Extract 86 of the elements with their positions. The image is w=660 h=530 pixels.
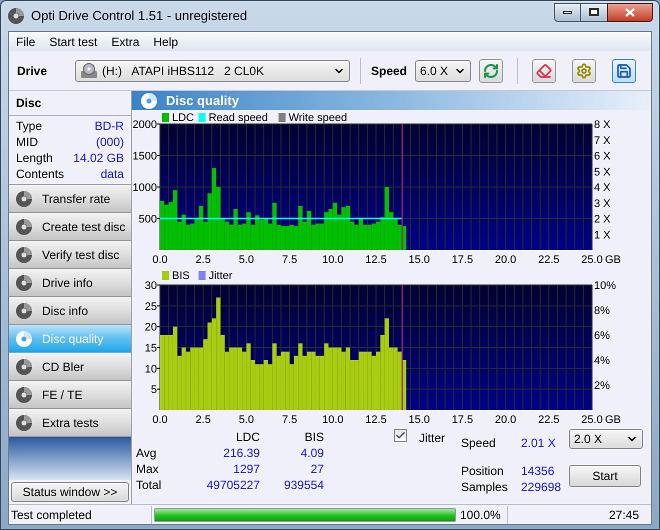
legend-label: BIS [172,270,190,282]
speed-label: Speed [371,62,408,80]
axis-tick-label: 500 [138,214,157,226]
axis-tick-label: 20 [144,322,157,334]
axis-tick-label: 8 X [594,119,610,131]
field-label: Length [16,150,53,167]
axis-tick-label: 20.0 [494,414,516,426]
axis-unit-label: GB [604,414,621,426]
axis-tick-label: 30 [144,280,157,292]
window-title: Opti Drive Control 1.51 - unregistered [31,7,248,26]
axis-tick-label: 1500 [132,150,157,162]
reading-value: 229698 [521,479,562,494]
axis-tick-label: 1000 [132,182,157,194]
row-label: Max [136,461,160,474]
axis-tick-label: 6% [594,330,610,342]
reading-label: Samples [461,479,509,494]
elapsed-time: 27:45 [608,506,640,524]
axis-tick-label: 22.5 [538,254,560,266]
field-value: 14.02 GB [73,150,124,167]
axis-tick-label: 15.0 [408,414,430,426]
axis-tick-label: 17.5 [452,414,474,426]
axis-tick-label: 0.0 [152,254,168,266]
axis-tick-label: 7.5 [282,254,298,266]
panel-title: Disc quality [166,92,239,110]
reading-value: 2.01 X [521,435,556,450]
axis-tick-label: 25.0 [581,254,603,266]
field-label: Contents [16,166,64,183]
legend-label: Write speed [288,112,348,124]
stat-value: 1297 [232,461,260,474]
stat-value: 49705227 [206,477,260,490]
reading-label: Speed [461,435,497,450]
field-label: MID [16,134,38,151]
stat-value: 939554 [282,477,324,490]
axis-tick-label: 2 X [594,214,610,226]
axis-tick-label: 5.0 [238,414,254,426]
axis-tick-label: 10.0 [322,254,344,266]
field-value: data [100,166,124,183]
reading-value: 14356 [521,463,554,478]
axis-tick-label: 15 [144,342,157,354]
axis-tick-label: 0.0 [152,414,168,426]
axis-tick-label: 25.0 [581,414,603,426]
axis-tick-label: 5.0 [238,254,254,266]
status-text: Test completed [9,506,152,524]
axis-tick-label: 12.5 [365,414,387,426]
axis-tick-label: 12.5 [365,254,387,266]
jitter-label: Jitter [418,430,445,447]
progress-percent: 100.0% [456,506,508,524]
legend-label: Jitter [208,270,232,282]
field-value: (000) [96,134,124,151]
axis-tick-label: 3 X [594,198,610,210]
stat-value: 27 [310,461,324,474]
axis-tick-label: 2.5 [196,414,211,426]
axis-tick-label: 2000 [132,119,157,131]
row-label: Total [136,477,162,490]
axis-tick-label: 10 [144,363,157,376]
column-header: LDC [234,429,260,442]
field-value: BD-R [94,118,124,135]
row-label: Avg [136,445,158,458]
axis-tick-label: 5 [150,384,157,396]
axis-tick-label: 17.5 [452,254,474,266]
axis-tick-label: 1 X [594,229,610,242]
axis-tick-label: 4 X [594,182,610,194]
legend-label: LDC [172,112,194,124]
axis-tick-label: 7.5 [282,414,298,426]
axis-tick-label: 22.5 [538,414,560,426]
axis-tick-label: 2.5 [196,254,211,266]
axis-tick-label: 5 X [594,166,610,178]
axis-tick-label: 15.0 [408,254,430,266]
field-label: Type [16,118,42,135]
axis-tick-label: 10% [594,280,616,292]
reading-label: Position [461,463,505,478]
stat-value: 216.39 [222,445,260,458]
axis-tick-label: 20.0 [494,254,516,266]
drive-label: Drive [17,62,48,80]
axis-tick-label: 2% [594,380,610,392]
axis-tick-label: 8% [594,305,610,317]
axis-unit-label: GB [604,254,621,266]
axis-tick-label: 10.0 [322,414,344,426]
axis-tick-label: 7 X [594,134,610,147]
column-header: BIS [304,429,324,442]
disc-title: Disc [9,91,131,116]
stat-value: 4.09 [300,445,324,458]
axis-tick-label: 25 [144,300,157,313]
axis-tick-label: 6 X [594,150,610,162]
axis-tick-label: 4% [594,355,610,367]
legend-label: Read speed [208,112,268,124]
